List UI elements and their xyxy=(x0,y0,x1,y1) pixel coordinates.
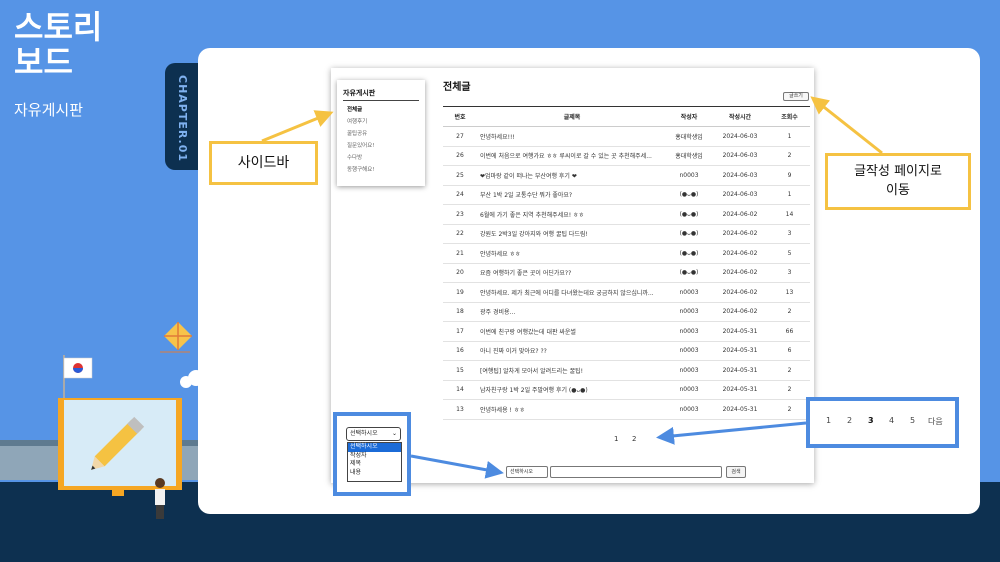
pagination-arrow xyxy=(656,421,807,445)
annotation-arrows xyxy=(261,96,883,479)
dropdown-arrow xyxy=(410,454,504,479)
write-arrow xyxy=(810,96,883,155)
sidebar-arrow xyxy=(261,110,334,143)
